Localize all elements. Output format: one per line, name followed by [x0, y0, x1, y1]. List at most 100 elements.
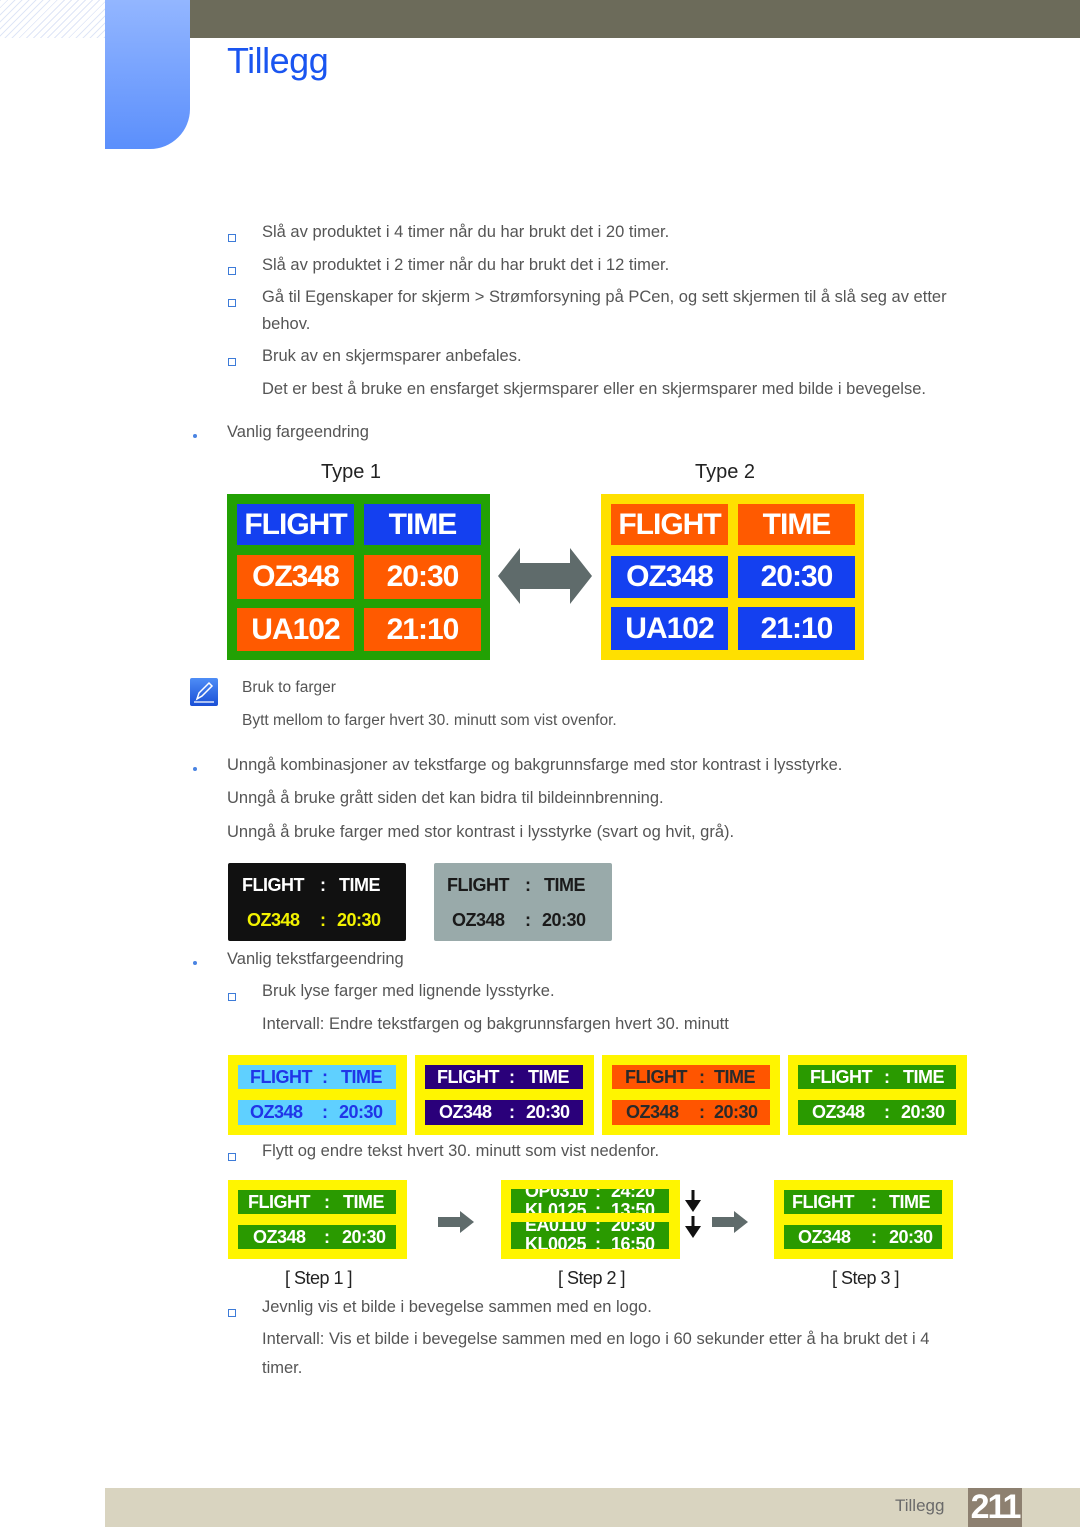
right-arrow-icon	[712, 1211, 748, 1233]
panel-text: FLIGHT	[625, 1066, 688, 1087]
panel-text: :	[322, 1102, 328, 1122]
type2-label: Type 2	[695, 461, 756, 483]
panel-text: TIME	[903, 1066, 945, 1087]
contrast-panel-gray: FLIGHT : TIME OZ348 : 20:30	[434, 863, 612, 941]
bullet-dot-icon	[193, 434, 197, 438]
square-bullet-icon	[228, 993, 236, 1001]
header-bar	[190, 0, 1080, 38]
paragraph: Intervall: Endre tekstfargen og bakgrunn…	[262, 1015, 729, 1033]
type1-label: Type 1	[321, 461, 382, 483]
panel-text: :	[699, 1066, 705, 1087]
panel-text: :	[509, 1102, 515, 1122]
step2-panel: OP0310 : 24:20 KL0125 : 13:50 EA0110 : 2…	[501, 1180, 680, 1259]
square-bullet-icon	[228, 234, 236, 242]
page-title: Tillegg	[227, 40, 329, 81]
panel-text: FLIGHT	[437, 1066, 500, 1087]
list-item: Bruk av en skjermsparer anbefales.	[262, 347, 522, 365]
panel-text: TIME	[714, 1066, 756, 1087]
list-item: Bruk lyse farger med lignende lysstyrke.	[262, 982, 555, 1000]
square-bullet-icon	[228, 358, 236, 366]
list-item: Flytt og endre tekst hvert 30. minutt so…	[262, 1142, 660, 1160]
bullet-dot-icon	[193, 961, 197, 965]
note-text: Bytt mellom to farger hvert 30. minutt s…	[242, 712, 617, 729]
chapter-tab-decoration	[105, 0, 190, 149]
panel-text: 16:50	[611, 1233, 655, 1250]
square-bullet-icon	[228, 1309, 236, 1317]
panel-text: :	[322, 1066, 328, 1087]
type2-cell: 21:10	[738, 607, 855, 650]
panel-text: :	[525, 909, 531, 930]
panel-text: 20:30	[889, 1226, 933, 1247]
square-bullet-icon	[228, 1153, 236, 1161]
panel-text: 20:30	[339, 1102, 383, 1122]
panel-text: FLIGHT	[248, 1191, 311, 1212]
section-bullet: Unngå kombinasjoner av tekstfarge og bak…	[227, 756, 843, 774]
text-color-panel: FLIGHT : TIME OZ348 : 20:30	[602, 1055, 780, 1135]
panel-text: OZ348	[253, 1226, 306, 1247]
panel-text: OZ348	[452, 909, 505, 930]
step3-panel: FLIGHT : TIME OZ348 : 20:30	[774, 1180, 953, 1259]
paragraph: Intervall: Vis et bilde i bevegelse samm…	[262, 1330, 930, 1348]
step-label: [ Step 2 ]	[558, 1268, 626, 1288]
type1-cell: 20:30	[364, 555, 481, 599]
scrolling-text-block: EA0110 : 20:30 KL0025 : 16:50	[511, 1222, 669, 1249]
panel-text: 13:50	[611, 1199, 655, 1214]
panel-text: FLIGHT	[792, 1191, 855, 1212]
panel-text: OZ348	[626, 1102, 679, 1122]
panel-text: FLIGHT	[810, 1066, 873, 1087]
double-arrow-icon	[498, 548, 592, 604]
list-item: Slå av produktet i 2 timer når du har br…	[262, 256, 670, 274]
text-color-panel: FLIGHT : TIME OZ348 : 20:30	[228, 1055, 407, 1135]
bullet-dot-icon	[193, 767, 197, 771]
type2-cell: UA102	[611, 607, 728, 650]
scrolling-text-block: OP0310 : 24:20 KL0125 : 13:50	[511, 1189, 669, 1213]
panel-text: :	[595, 1199, 601, 1214]
panel-text: 20:30	[714, 1102, 758, 1122]
footer-section-label: Tillegg	[895, 1496, 945, 1515]
list-item: Gå til Egenskaper for skjerm > Strømfors…	[262, 288, 947, 306]
panel-text: FLIGHT	[447, 874, 510, 895]
panel-text: 20:30	[901, 1102, 945, 1122]
type2-cell: 20:30	[738, 556, 855, 598]
type2-header-flight: FLIGHT	[611, 504, 728, 545]
panel-text: :	[699, 1102, 705, 1122]
text-color-panel: FLIGHT : TIME OZ348 : 20:30	[415, 1055, 594, 1135]
panel-text: 20:30	[337, 909, 381, 930]
panel-text: :	[871, 1226, 877, 1247]
list-item-note: Det er best å bruke en ensfarget skjerms…	[262, 380, 926, 398]
square-bullet-icon	[228, 299, 236, 307]
paragraph: timer.	[262, 1359, 303, 1377]
text-color-panel: FLIGHT : TIME OZ348 : 20:30	[788, 1055, 967, 1135]
type1-cell: UA102	[237, 608, 354, 651]
panel-text: :	[509, 1066, 515, 1087]
paragraph: Unngå å bruke grått siden det kan bidra …	[227, 789, 664, 807]
panel-text: KL0025	[525, 1233, 587, 1250]
header-hatch-decoration	[0, 0, 105, 38]
panel-text: TIME	[341, 1066, 383, 1087]
note-pencil-icon	[190, 678, 218, 706]
panel-text: :	[320, 874, 326, 895]
panel-text: FLIGHT	[242, 874, 305, 895]
step1-panel: FLIGHT : TIME OZ348 : 20:30	[228, 1180, 407, 1259]
step-label: [ Step 1 ]	[285, 1268, 353, 1288]
list-item-continuation: behov.	[262, 315, 311, 333]
panel-text: TIME	[343, 1191, 385, 1212]
type1-cell: OZ348	[237, 555, 354, 599]
square-bullet-icon	[228, 267, 236, 275]
type1-cell: 21:10	[364, 608, 481, 651]
section-bullet: Vanlig tekstfargeendring	[227, 950, 404, 968]
panel-text: OZ348	[798, 1226, 851, 1247]
paragraph: Unngå å bruke farger med stor kontrast i…	[227, 823, 735, 841]
type2-cell: OZ348	[611, 556, 728, 598]
panel-text: 20:30	[542, 909, 586, 930]
panel-text: :	[884, 1066, 890, 1087]
type1-board: FLIGHT TIME OZ348 20:30 UA102 21:10	[227, 494, 490, 660]
panel-text: :	[324, 1191, 330, 1212]
type1-header-time: TIME	[364, 504, 481, 545]
section-bullet: Vanlig fargeendring	[227, 423, 369, 441]
page-number: 211	[968, 1488, 1022, 1527]
panel-text: :	[525, 874, 531, 895]
panel-text: :	[595, 1233, 601, 1250]
type2-header-time: TIME	[738, 504, 855, 545]
panel-text: TIME	[889, 1191, 931, 1212]
